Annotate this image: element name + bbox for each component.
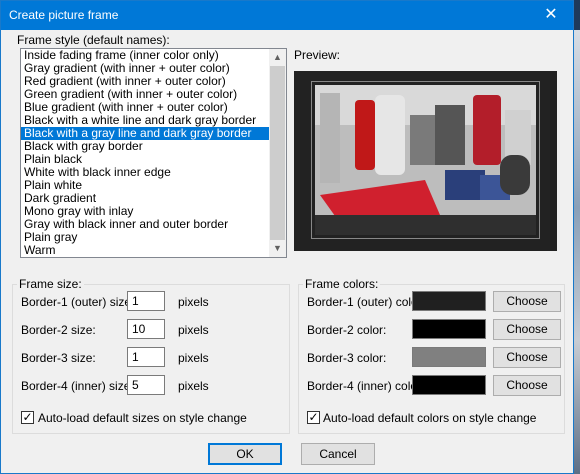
autoload-sizes-checkbox[interactable]: ✓ (21, 411, 34, 424)
frame-style-option[interactable]: Green gradient (with inner + outer color… (21, 88, 269, 101)
border-color-swatch (412, 375, 486, 395)
title-bar[interactable]: Create picture frame ✕ (1, 1, 573, 30)
frame-colors-label: Frame colors: (303, 277, 381, 291)
border-color-label: Border-3 color: (307, 351, 387, 365)
border-color-swatch (412, 291, 486, 311)
frame-style-option[interactable]: Plain black (21, 153, 269, 166)
border-size-label: Border-1 (outer) size: (21, 295, 135, 309)
cancel-button[interactable]: Cancel (301, 443, 375, 465)
choose-color-button[interactable]: Choose (493, 347, 561, 368)
frame-style-option[interactable]: Mono gray with inlay (21, 205, 269, 218)
window-title: Create picture frame (9, 8, 119, 22)
pixels-unit-label: pixels (178, 351, 209, 365)
frame-style-option[interactable]: Inside fading frame (inner color only) (21, 49, 269, 62)
frame-style-option[interactable]: Dark gradient (21, 192, 269, 205)
frame-style-option[interactable]: Black with a gray line and dark gray bor… (21, 127, 269, 140)
border-size-label: Border-2 size: (21, 323, 96, 337)
preview-image-frame (294, 71, 557, 251)
frame-style-option[interactable]: Warm (21, 244, 269, 257)
scroll-thumb[interactable] (270, 66, 285, 240)
choose-color-button[interactable]: Choose (493, 291, 561, 312)
choose-color-button[interactable]: Choose (493, 375, 561, 396)
border-size-label: Border-3 size: (21, 351, 96, 365)
autoload-sizes-label[interactable]: Auto-load default sizes on style change (38, 411, 247, 425)
preview-label: Preview: (294, 48, 341, 62)
frame-style-option[interactable]: Plain white (21, 179, 269, 192)
border-color-label: Border-4 (inner) color: (307, 379, 425, 393)
frame-size-label: Frame size: (17, 277, 84, 291)
border-size-input[interactable] (127, 291, 165, 311)
ok-button[interactable]: OK (208, 443, 282, 465)
frame-style-option[interactable]: Gray gradient (with inner + outer color) (21, 62, 269, 75)
frame-style-option[interactable]: Gray with black inner and outer border (21, 218, 269, 231)
frame-style-option[interactable]: Plain gray (21, 231, 269, 244)
border-size-input[interactable] (127, 347, 165, 367)
frame-style-label: Frame style (default names): (17, 33, 170, 47)
scroll-up-icon[interactable]: ▲ (269, 49, 286, 66)
border-size-input[interactable] (127, 319, 165, 339)
pixels-unit-label: pixels (178, 323, 209, 337)
autoload-colors-checkbox[interactable]: ✓ (307, 411, 320, 424)
border-color-swatch (412, 319, 486, 339)
preview-image (311, 81, 540, 239)
border-color-label: Border-2 color: (307, 323, 387, 337)
scroll-down-icon[interactable]: ▼ (269, 240, 286, 257)
check-icon: ✓ (22, 410, 33, 424)
check-icon: ✓ (308, 410, 319, 424)
choose-color-button[interactable]: Choose (493, 319, 561, 340)
frame-style-option[interactable]: Black with gray border (21, 140, 269, 153)
frame-style-listbox[interactable]: Inside fading frame (inner color only) Gr… (20, 48, 287, 258)
frame-style-list: Inside fading frame (inner color only) Gr… (21, 49, 269, 257)
dialog-window: Create picture frame ✕ Frame style (defa… (0, 0, 574, 474)
border-color-label: Border-1 (outer) color: (307, 295, 426, 309)
frame-style-option[interactable]: Blue gradient (with inner + outer color) (21, 101, 269, 114)
frame-style-option[interactable]: White with black inner edge (21, 166, 269, 179)
close-icon[interactable]: ✕ (529, 1, 573, 30)
pixels-unit-label: pixels (178, 295, 209, 309)
listbox-scrollbar[interactable]: ▲ ▼ (269, 49, 286, 257)
frame-style-option[interactable]: Red gradient (with inner + outer color) (21, 75, 269, 88)
preview-photo-illustration (315, 85, 536, 235)
autoload-colors-label[interactable]: Auto-load default colors on style change (323, 411, 536, 425)
border-size-input[interactable] (127, 375, 165, 395)
border-size-label: Border-4 (inner) size: (21, 379, 134, 393)
pixels-unit-label: pixels (178, 379, 209, 393)
frame-style-option[interactable]: Black with a white line and dark gray bo… (21, 114, 269, 127)
border-color-swatch (412, 347, 486, 367)
